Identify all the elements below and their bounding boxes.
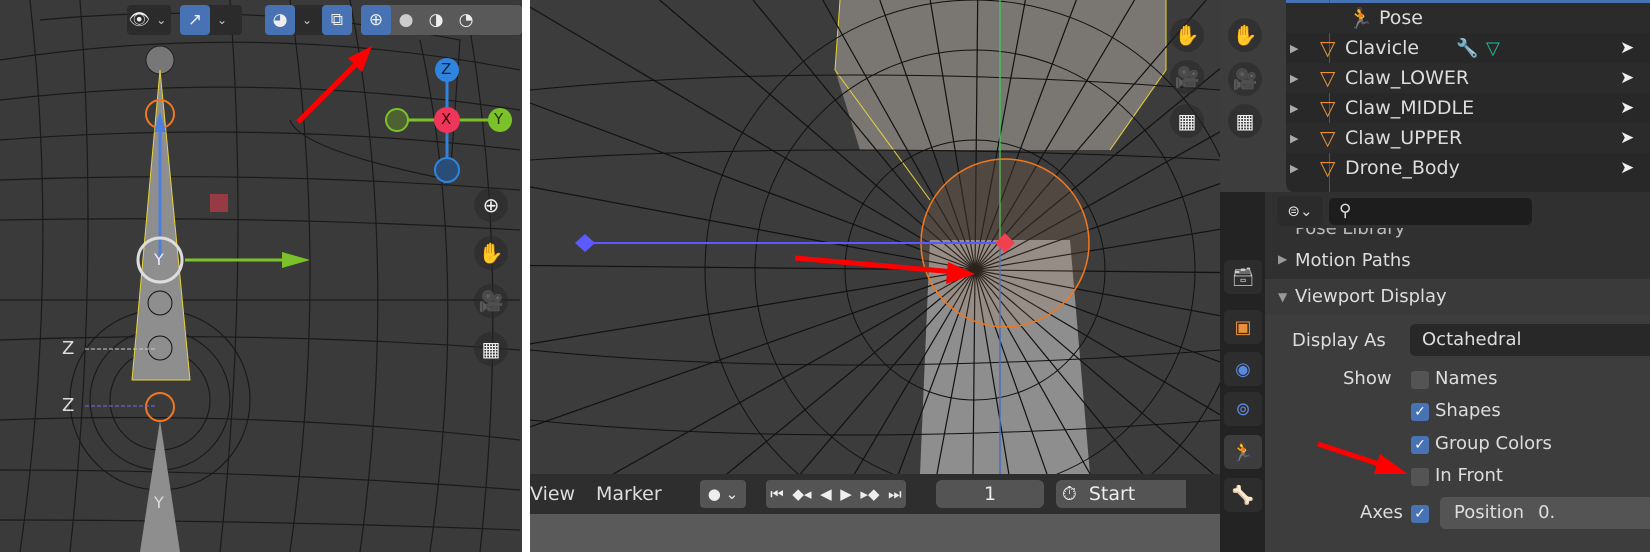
start-frame-field[interactable]: ⏱ Start	[1056, 480, 1186, 508]
display-as-dropdown[interactable]: Octahedral	[1410, 324, 1650, 356]
panel-motion-paths[interactable]: Motion Paths	[1295, 250, 1411, 271]
position-value: 0.	[1538, 502, 1556, 523]
select-arrow-icon[interactable]: ➤	[1620, 38, 1634, 58]
expand-icon[interactable]: ▶	[1290, 162, 1298, 175]
axes-label: Axes	[1360, 502, 1403, 523]
tab-collection[interactable]: 🗃	[1224, 260, 1262, 294]
wireframe-mesh	[530, 0, 1220, 552]
timeline-area[interactable]	[530, 514, 1220, 552]
in-front-checkbox[interactable]	[1411, 468, 1429, 486]
left-3d-viewport[interactable]: Y Z Z Y 👁 ⌄ ↗ ⌄ ◕ ⌄ ⧉ ⊕ ● ◑ ◔ Z X Y ⊕ ✋ 🎥 ▦	[0, 0, 522, 552]
search-icon: ⚲	[1339, 201, 1352, 221]
collapse-triangle-icon[interactable]: ▶	[1278, 252, 1287, 266]
display-as-label: Display As	[1292, 330, 1386, 351]
outliner-item-clavicle[interactable]: ▶ ▽ Clavicle 🔧 ▽ ➤	[1286, 33, 1650, 63]
next-keyframe-icon[interactable]: ▸◆	[860, 485, 879, 503]
expand-icon[interactable]: ▶	[1290, 132, 1298, 145]
names-checkbox[interactable]	[1411, 371, 1429, 389]
view-menu[interactable]: View	[530, 483, 596, 505]
camera-icon[interactable]: 🎥	[1170, 60, 1204, 94]
outliner-item-claw-lower[interactable]: ▶ ▽ Claw_LOWER ➤	[1286, 63, 1650, 93]
group-colors-checkbox[interactable]: ✓	[1411, 436, 1429, 454]
vertex-group-icon[interactable]: ▽	[1486, 38, 1500, 59]
camera-icon[interactable]: 🎥	[1228, 62, 1262, 96]
mesh-icon: ▽	[1320, 156, 1336, 180]
item-label: Claw_MIDDLE	[1345, 97, 1475, 119]
item-label: Pose	[1379, 7, 1423, 29]
mesh-icon: ▽	[1320, 96, 1336, 120]
start-label: Start	[1088, 483, 1136, 505]
search-input[interactable]: ⚲	[1329, 198, 1532, 225]
tab-armature-data[interactable]: 🏃	[1224, 435, 1262, 469]
outliner: 🏃 Pose ▶ ▽ Clavicle 🔧 ▽ ➤ ▶ ▽ Claw_LOWER ➤ ▶ ▽ Claw…	[1286, 0, 1650, 192]
item-label: Clavicle	[1345, 37, 1420, 59]
show-label: Show	[1343, 368, 1392, 389]
timeline-header: View Marker ● ⌄ ⏮ ◆◂ ◀ ▶ ▸◆ ⏭ 1 ⏱ Start	[530, 474, 1220, 514]
outliner-item-drone-body[interactable]: ▶ ▽ Drone_Body ➤	[1286, 153, 1650, 183]
group-colors-label: Group Colors	[1435, 433, 1552, 454]
axes-checkbox[interactable]: ✓	[1411, 505, 1429, 523]
tab-object[interactable]: ▣	[1224, 310, 1262, 344]
select-arrow-icon[interactable]: ➤	[1620, 98, 1634, 118]
select-arrow-icon[interactable]: ➤	[1620, 158, 1634, 178]
tab-physics[interactable]: ◉	[1224, 352, 1262, 386]
outliner-and-properties: ✋ 🎥 ▦ 🏃 Pose ▶ ▽ Clavicle 🔧 ▽ ➤ ▶ ▽ Claw_LOWER ➤ …	[1220, 0, 1650, 552]
grid-icon[interactable]: ▦	[1170, 104, 1204, 138]
middle-3d-viewport[interactable]: ✋ 🎥 ▦ View Marker ● ⌄ ⏮ ◆◂ ◀ ▶ ▸◆ ⏭ 1 ⏱ Start	[530, 0, 1220, 552]
hand-pan-icon[interactable]: ✋	[1228, 18, 1262, 52]
playback-controls: ⏮ ◆◂ ◀ ▶ ▸◆ ⏭	[766, 480, 906, 508]
position-label: Position	[1454, 502, 1525, 523]
record-icon: ● ⌄	[707, 485, 739, 503]
item-label: Drone_Body	[1345, 157, 1460, 179]
mesh-icon: ▽	[1320, 66, 1336, 90]
axes-position-field[interactable]: Position 0.	[1440, 497, 1650, 529]
pose-icon: 🏃	[1348, 6, 1373, 30]
outliner-item-pose[interactable]: 🏃 Pose	[1286, 3, 1650, 33]
panel-viewport-display[interactable]: Viewport Display	[1295, 286, 1447, 307]
jump-start-icon[interactable]: ⏮	[770, 485, 784, 503]
properties-header: ⊜⌄ ⚲	[1265, 192, 1650, 232]
properties-editor: 🗃 ▣ ◉ ⊚ 🏃 🦴 ⊜⌄ ⚲ Pose Library ▶ Motion P…	[1220, 192, 1650, 552]
hand-pan-icon[interactable]: ✋	[1170, 18, 1204, 52]
in-front-label: In Front	[1435, 465, 1503, 486]
select-arrow-icon[interactable]: ➤	[1620, 128, 1634, 148]
marker-menu[interactable]: Marker	[596, 483, 700, 505]
mesh-icon: ▽	[1320, 126, 1336, 150]
expand-triangle-icon[interactable]: ▼	[1278, 290, 1287, 304]
tab-constraints[interactable]: ⊚	[1224, 392, 1262, 426]
expand-icon[interactable]: ▶	[1290, 72, 1298, 85]
play-reverse-icon[interactable]: ◀	[820, 485, 832, 503]
outliner-item-claw-upper[interactable]: ▶ ▽ Claw_UPPER ➤	[1286, 123, 1650, 153]
play-icon[interactable]: ▶	[840, 485, 852, 503]
tab-bone[interactable]: 🦴	[1224, 478, 1262, 512]
expand-icon[interactable]: ▶	[1290, 102, 1298, 115]
display-filter-dropdown[interactable]: ⊜⌄	[1277, 196, 1323, 226]
shapes-checkbox[interactable]: ✓	[1411, 403, 1429, 421]
viewport-nav: ✋ 🎥 ▦	[1220, 0, 1280, 192]
properties-tabs: 🗃 ▣ ◉ ⊚ 🏃 🦴	[1220, 192, 1265, 552]
current-frame-field[interactable]: 1	[936, 480, 1044, 508]
jump-end-icon[interactable]: ⏭	[888, 485, 902, 503]
select-arrow-icon[interactable]: ➤	[1620, 68, 1634, 88]
wireframe-edge	[530, 269, 976, 345]
wireframe-edge	[530, 186, 976, 271]
stopwatch-icon: ⏱	[1062, 483, 1077, 505]
item-label: Claw_LOWER	[1345, 67, 1470, 89]
prev-keyframe-icon[interactable]: ◆◂	[792, 485, 811, 503]
expand-icon[interactable]: ▶	[1290, 42, 1298, 55]
grid-icon[interactable]: ▦	[1228, 104, 1262, 138]
shapes-label: Shapes	[1435, 400, 1501, 421]
item-label: Claw_UPPER	[1345, 127, 1463, 149]
mesh-icon: ▽	[1320, 36, 1336, 60]
annotation-arrow	[296, 46, 372, 124]
outliner-item-claw-middle[interactable]: ▶ ▽ Claw_MIDDLE ➤	[1286, 93, 1650, 123]
names-label: Names	[1435, 368, 1498, 389]
auto-keying-toggle[interactable]: ● ⌄	[700, 480, 746, 508]
modifier-wrench-icon[interactable]: 🔧	[1456, 38, 1478, 59]
